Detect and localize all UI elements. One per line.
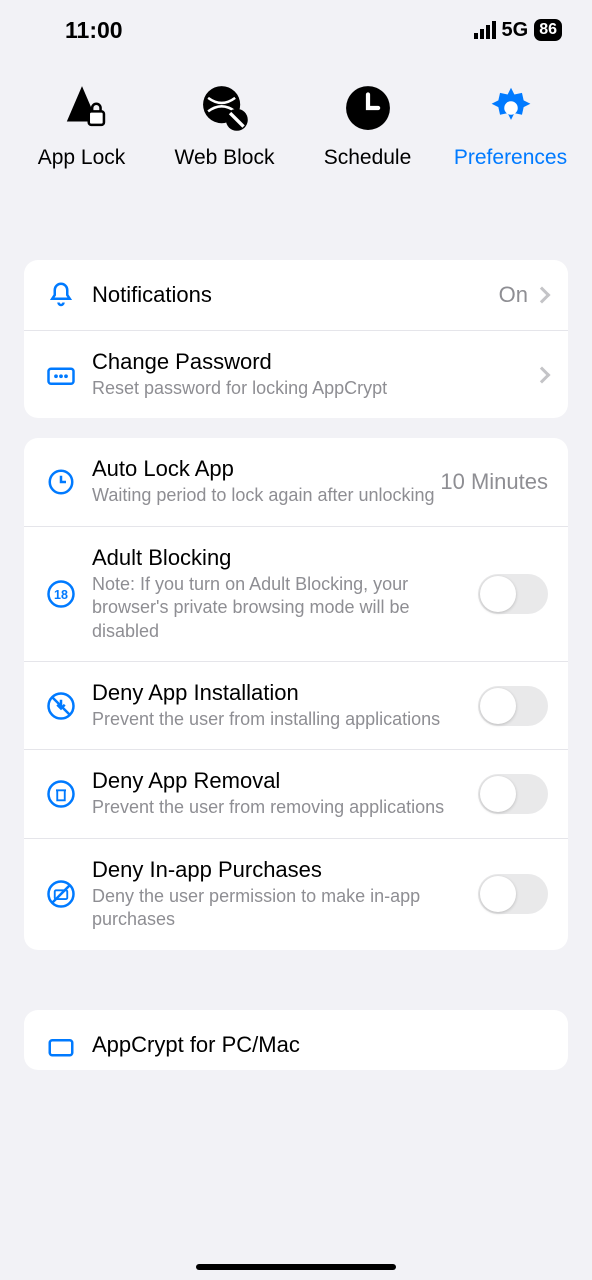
denyremove-subtitle: Prevent the user from removing applicati… (92, 796, 478, 819)
battery-icon: 86 (534, 19, 562, 41)
svg-text:18: 18 (54, 588, 68, 602)
denyremove-title: Deny App Removal (92, 768, 478, 794)
autolock-subtitle: Waiting period to lock again after unloc… (92, 484, 440, 507)
row-deny-remove: Deny App Removal Prevent the user from r… (24, 750, 568, 838)
pcmac-title: AppCrypt for PC/Mac (92, 1032, 548, 1058)
no-download-icon (44, 689, 78, 723)
tab-schedule[interactable]: Schedule (298, 80, 438, 170)
row-auto-lock[interactable]: Auto Lock App Waiting period to lock aga… (24, 438, 568, 526)
denyinstall-title: Deny App Installation (92, 680, 478, 706)
chevron-right-icon (534, 287, 551, 304)
chevron-right-icon (534, 366, 551, 383)
adult-title: Adult Blocking (92, 545, 478, 571)
tab-web-block[interactable]: Web Block (155, 80, 295, 170)
age-18-icon: 18 (44, 577, 78, 611)
home-indicator[interactable] (196, 1264, 396, 1270)
status-bar: 11:00 5G 86 (0, 0, 592, 60)
signal-icon (474, 21, 496, 39)
status-right: 5G 86 (474, 19, 562, 42)
top-tabs: App Lock Web Block Schedule Preferences (0, 60, 592, 180)
tab-label: Schedule (324, 146, 412, 170)
password-subtitle: Reset password for locking AppCrypt (92, 377, 536, 400)
password-title: Change Password (92, 349, 536, 375)
preferences-icon (483, 80, 539, 136)
row-change-password[interactable]: Change Password Reset password for locki… (24, 331, 568, 418)
tab-preferences[interactable]: Preferences (441, 80, 581, 170)
bell-icon (44, 278, 78, 312)
row-adult-blocking: 18 Adult Blocking Note: If you turn on A… (24, 527, 568, 662)
denyinstall-subtitle: Prevent the user from installing applica… (92, 708, 478, 731)
tab-label: App Lock (38, 146, 126, 170)
denyiap-title: Deny In-app Purchases (92, 857, 478, 883)
settings-card-desktop: AppCrypt for PC/Mac (24, 1010, 568, 1070)
web-block-icon (197, 80, 253, 136)
autolock-value: 10 Minutes (440, 469, 548, 495)
no-trash-icon (44, 777, 78, 811)
denyiap-subtitle: Deny the user permission to make in-app … (92, 885, 478, 932)
row-pc-mac[interactable]: AppCrypt for PC/Mac (24, 1010, 568, 1070)
settings-card-account: Notifications On Change Password Reset p… (24, 260, 568, 418)
no-purchase-icon (44, 877, 78, 911)
status-time: 11:00 (65, 17, 123, 44)
autolock-title: Auto Lock App (92, 456, 440, 482)
desktop-icon (44, 1032, 78, 1066)
row-deny-iap: Deny In-app Purchases Deny the user perm… (24, 839, 568, 950)
cellular-label: 5G (502, 19, 529, 42)
tab-label: Web Block (175, 146, 275, 170)
row-deny-install: Deny App Installation Prevent the user f… (24, 662, 568, 750)
password-icon (44, 358, 78, 392)
adult-subtitle: Note: If you turn on Adult Blocking, you… (92, 573, 478, 643)
deny-remove-toggle[interactable] (478, 774, 548, 814)
tab-label: Preferences (454, 146, 567, 170)
tab-app-lock[interactable]: App Lock (12, 80, 152, 170)
notifications-value: On (499, 282, 528, 308)
deny-iap-toggle[interactable] (478, 874, 548, 914)
clock-icon (44, 465, 78, 499)
row-notifications[interactable]: Notifications On (24, 260, 568, 331)
schedule-icon (340, 80, 396, 136)
app-lock-icon (54, 80, 110, 136)
deny-install-toggle[interactable] (478, 686, 548, 726)
notifications-title: Notifications (92, 282, 499, 308)
adult-blocking-toggle[interactable] (478, 574, 548, 614)
settings-card-restrictions: Auto Lock App Waiting period to lock aga… (24, 438, 568, 949)
